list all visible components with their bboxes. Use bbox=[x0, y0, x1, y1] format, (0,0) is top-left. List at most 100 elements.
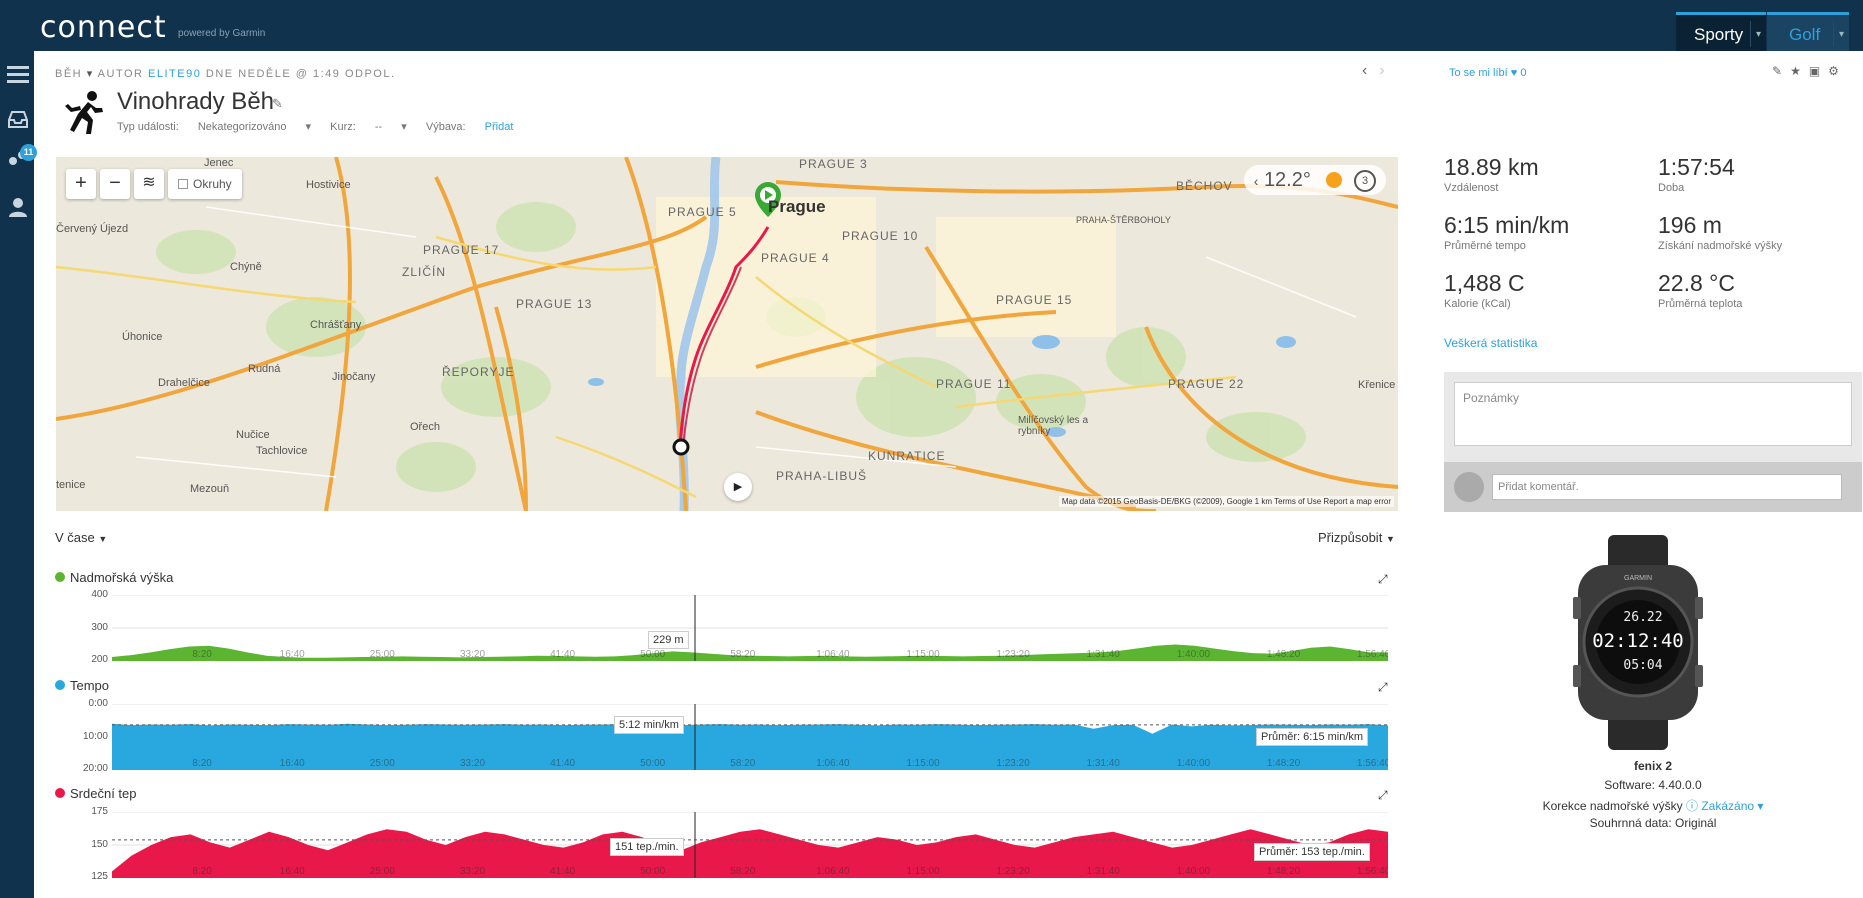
temperature-value: 12.2° bbox=[1263, 169, 1311, 191]
running-icon bbox=[65, 91, 103, 134]
map-label: BĚCHOV bbox=[1176, 179, 1233, 193]
x-tick: 41:40 bbox=[550, 758, 575, 769]
activity-title[interactable]: Vinohrady Běh bbox=[117, 88, 274, 116]
activity-date: DNE NEDĚLE @ 1:49 ODPOL. bbox=[205, 68, 396, 80]
chevron-down-icon[interactable]: ▾ bbox=[1754, 799, 1763, 813]
x-tick: 16:40 bbox=[280, 866, 305, 877]
x-tick: 1:56:40 bbox=[1357, 866, 1388, 877]
comment-input[interactable]: Přidat komentář. bbox=[1492, 474, 1842, 500]
route-map[interactable]: Jenec Hostivice Červený Újezd Chýně ZLIČ… bbox=[56, 157, 1398, 511]
watch-distance: 26.22 bbox=[1623, 610, 1662, 625]
stat-label: Kalorie (kCal) bbox=[1444, 298, 1511, 310]
all-stats-link[interactable]: Veškerá statistika bbox=[1444, 336, 1537, 350]
stat-label: Doba bbox=[1658, 182, 1685, 194]
x-tick: 25:00 bbox=[370, 758, 395, 769]
map-label: Chýně bbox=[230, 261, 262, 273]
x-tick: 1:23:20 bbox=[996, 758, 1030, 769]
chart-tooltip: 229 m bbox=[648, 631, 689, 649]
laps-checkbox[interactable] bbox=[178, 179, 188, 189]
y-tick: 175 bbox=[91, 806, 108, 817]
zoom-in-button[interactable]: + bbox=[66, 169, 96, 199]
previous-activity-icon[interactable]: ‹ bbox=[1362, 62, 1367, 79]
x-tick: 50:00 bbox=[640, 649, 665, 660]
breadcrumb: BĚH ▾ AUTOR ELITE90 DNE NEDĚLE @ 1:49 OD… bbox=[55, 67, 396, 80]
add-gear-link[interactable]: Přidat bbox=[485, 121, 514, 133]
chart-title-elevation[interactable]: Nadmořská výška bbox=[55, 570, 173, 585]
edit-title-icon[interactable]: ✎ bbox=[272, 96, 283, 112]
chart-title-pace[interactable]: Tempo bbox=[55, 678, 109, 693]
map-attribution[interactable]: Map data ©2015 GeoBasis-DE/BKG (©2009), … bbox=[1058, 496, 1394, 507]
chevron-down-icon[interactable]: ▾ bbox=[87, 68, 94, 80]
gear-field: Výbava: Přidat bbox=[426, 121, 530, 133]
series-dot bbox=[55, 680, 65, 690]
gear-icon[interactable]: ⚙ bbox=[1828, 64, 1847, 78]
like-button[interactable]: To se mi líbí ♥ 0 bbox=[1449, 67, 1526, 79]
x-tick: 1:56:40 bbox=[1357, 758, 1388, 769]
layers-icon[interactable]: ≋ bbox=[134, 169, 164, 199]
activity-actions: ✎★▣⚙ bbox=[1772, 64, 1847, 78]
elev-corr-dropdown[interactable]: Zakázáno bbox=[1701, 799, 1754, 813]
x-tick: 1:40:00 bbox=[1177, 649, 1211, 660]
map-label: Prague bbox=[768, 197, 826, 216]
lock-icon[interactable]: ▣ bbox=[1809, 64, 1828, 78]
edit-icon[interactable]: ✎ bbox=[1772, 64, 1790, 78]
expand-icon[interactable]: ⤢ bbox=[1378, 788, 1388, 803]
logo-subtitle: powered by Garmin bbox=[178, 28, 266, 39]
play-route-button[interactable]: ▶ bbox=[724, 473, 752, 501]
elevation-chart[interactable]: 8:20 16:40 25:00 33:20 41:40 50:00 58:20 1:06:4… bbox=[112, 595, 1388, 661]
x-tick: 1:48:20 bbox=[1267, 866, 1301, 877]
y-tick: 10:00 bbox=[82, 731, 108, 742]
chevron-down-icon: ▼ bbox=[98, 534, 108, 544]
fit-selector[interactable]: Přizpůsobit ▼ bbox=[1318, 530, 1395, 545]
x-tick: 1:15:00 bbox=[906, 758, 940, 769]
tab-sports[interactable]: Sporty ▾ bbox=[1676, 12, 1766, 51]
stat-label: Vzdálenost bbox=[1444, 182, 1499, 194]
notes-textarea[interactable]: Poznámky bbox=[1454, 382, 1852, 446]
expand-icon[interactable]: ⤢ bbox=[1378, 680, 1388, 695]
weather-count: 3 bbox=[1354, 170, 1376, 192]
tab-golf-label: Golf bbox=[1789, 25, 1821, 44]
inbox-icon[interactable] bbox=[7, 108, 29, 130]
map-label: PRAHA-ŠTĚRBOHOLY bbox=[1076, 215, 1171, 225]
connect-logo[interactable]: connect bbox=[40, 10, 167, 45]
time-selector[interactable]: V čase ▼ bbox=[55, 530, 107, 545]
laps-toggle[interactable]: Okruhy bbox=[168, 169, 242, 199]
x-tick: 1:40:00 bbox=[1177, 758, 1211, 769]
menu-icon[interactable] bbox=[7, 63, 29, 85]
user-icon[interactable] bbox=[7, 196, 29, 218]
x-tick: 58:20 bbox=[730, 866, 755, 877]
x-tick: 1:15:00 bbox=[906, 649, 940, 660]
device-name: fenix 2 bbox=[1633, 759, 1672, 773]
chevron-down-icon[interactable]: ▾ bbox=[1833, 21, 1849, 47]
x-tick: 1:06:40 bbox=[816, 649, 850, 660]
like-count: 0 bbox=[1520, 67, 1527, 79]
elev-corr-label: Korekce nadmořské výšky bbox=[1542, 799, 1683, 813]
tab-golf[interactable]: Golf ▾ bbox=[1767, 12, 1849, 51]
x-tick: 8:20 bbox=[192, 866, 212, 877]
device-software: Software: 4.40.0.0 bbox=[1604, 778, 1702, 792]
map-label: Úhonice bbox=[122, 331, 163, 343]
author-link[interactable]: ELITE90 bbox=[148, 68, 201, 80]
chevron-left-icon[interactable]: ‹ bbox=[1254, 173, 1259, 189]
expand-icon[interactable]: ⤢ bbox=[1378, 572, 1388, 587]
pace-chart[interactable]: 8:20 16:40 25:00 33:20 41:40 50:00 58:20 1:06:4… bbox=[112, 704, 1388, 770]
help-icon[interactable]: ⓘ bbox=[1686, 799, 1698, 813]
x-tick: 16:40 bbox=[280, 649, 305, 660]
weather-widget[interactable]: ‹ 12.2° 3 bbox=[1243, 165, 1386, 195]
notification-badge: 11 bbox=[20, 144, 37, 161]
heart-rate-chart[interactable]: 8:20 16:40 25:00 33:20 41:40 50:00 58:20 1:06:4… bbox=[112, 812, 1388, 878]
star-icon[interactable]: ★ bbox=[1790, 64, 1809, 78]
event-type-field[interactable]: Typ události: Nekategorizováno ▾ bbox=[117, 121, 311, 133]
y-tick: 200 bbox=[91, 654, 108, 665]
left-sidebar: 11 bbox=[0, 51, 37, 898]
stat-avg-temperature: 22.8 °C bbox=[1658, 270, 1735, 296]
course-field[interactable]: Kurz: -- ▾ bbox=[330, 121, 407, 133]
chevron-down-icon[interactable]: ▾ bbox=[1750, 21, 1766, 47]
x-tick: 25:00 bbox=[370, 649, 395, 660]
laps-label: Okruhy bbox=[193, 177, 232, 191]
fit-selector-label: Přizpůsobit bbox=[1318, 530, 1383, 545]
zoom-out-button[interactable]: − bbox=[100, 169, 130, 199]
activity-type-crumb[interactable]: BĚH bbox=[55, 68, 82, 80]
next-activity-icon[interactable]: › bbox=[1379, 62, 1384, 79]
chart-title-heart-rate[interactable]: Srdeční tep bbox=[55, 786, 137, 801]
